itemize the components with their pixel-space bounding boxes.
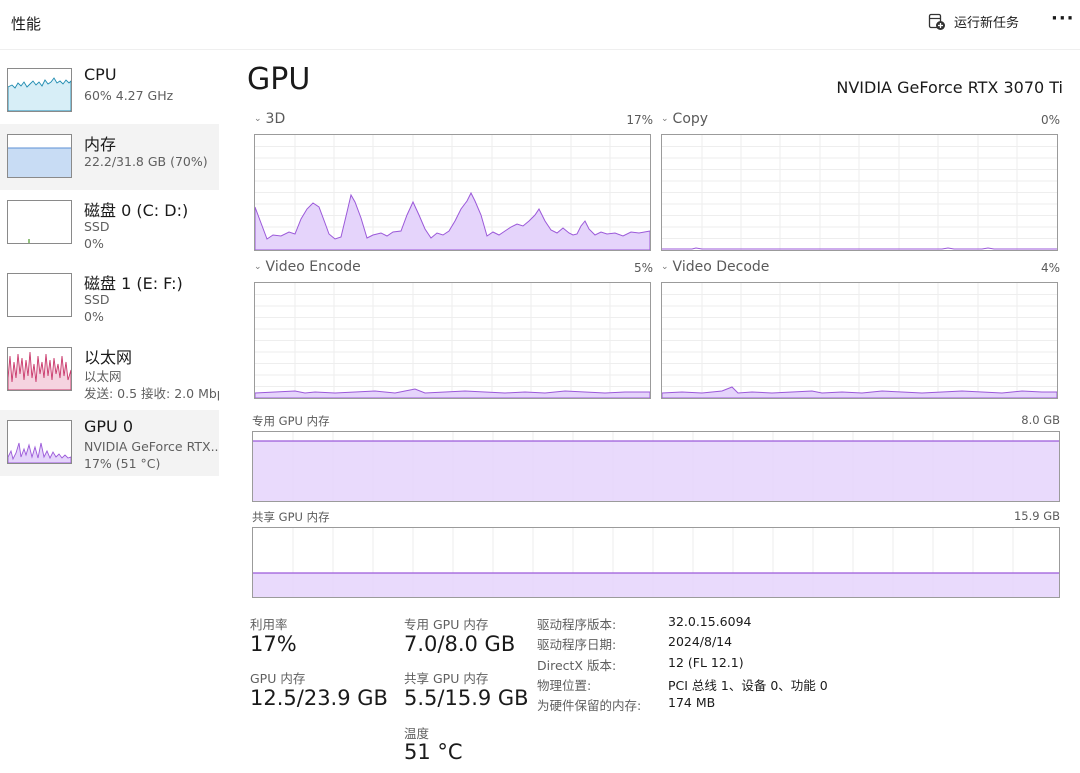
sidebar-item-gpu-0[interactable]: GPU 0 NVIDIA GeForce RTX... 17% (51 °C) xyxy=(0,410,219,476)
engine-copy-selector[interactable]: ⌄ Copy xyxy=(661,111,708,127)
memory-thumbnail-graph xyxy=(7,134,72,178)
shared-gpu-memory-label: 共享 GPU 内存 xyxy=(404,671,489,686)
engine-video-decode-graph xyxy=(661,282,1058,399)
shared-memory-fill xyxy=(253,573,1059,597)
sidebar-item-memory[interactable]: 内存 22.2/31.8 GB (70%) xyxy=(0,124,219,190)
sidebar-item-usage: 0% xyxy=(84,236,104,251)
sidebar-item-detail: 22.2/31.8 GB (70%) xyxy=(84,154,208,169)
sidebar-item-ethernet[interactable]: 以太网 以太网 发送: 0.5 接收: 2.0 Mbps xyxy=(0,337,219,403)
driver-version-label: 驱动程序版本: xyxy=(537,617,617,632)
header-divider xyxy=(0,49,1080,50)
chevron-down-icon: ⌄ xyxy=(661,114,669,124)
utilization-value: 17% xyxy=(250,632,297,656)
shared-memory-label: 共享 GPU 内存 xyxy=(252,510,330,524)
sidebar-item-type: SSD xyxy=(84,292,110,307)
engine-copy-percent: 0% xyxy=(1040,113,1060,127)
sidebar-item-name: GPU 0 xyxy=(84,417,134,436)
engine-video-encode-selector[interactable]: ⌄ Video Encode xyxy=(254,259,361,275)
page-title: GPU xyxy=(247,62,311,97)
shared-gpu-memory-value: 5.5/15.9 GB xyxy=(404,686,529,710)
sidebar-item-name: 磁盘 0 (C: D:) xyxy=(84,201,189,220)
directx-version-value: 12 (FL 12.1) xyxy=(668,655,744,670)
shared-memory-max: 15.9 GB xyxy=(1013,509,1060,523)
sidebar-item-detail: 60% 4.27 GHz xyxy=(84,88,174,103)
gpu-memory-label: GPU 内存 xyxy=(250,671,306,686)
dedicated-gpu-memory-label: 专用 GPU 内存 xyxy=(404,617,489,632)
disk-0-thumbnail-graph xyxy=(7,200,72,244)
driver-date-label: 驱动程序日期: xyxy=(537,637,617,652)
driver-version-value: 32.0.15.6094 xyxy=(668,614,752,629)
sidebar-item-usage: 17% (51 °C) xyxy=(84,456,161,471)
engine-3d-selector[interactable]: ⌄ 3D xyxy=(254,111,285,127)
sidebar-item-usage: 0% xyxy=(84,309,104,324)
engine-video-decode-percent: 4% xyxy=(1040,261,1060,275)
gpu-model-name: NVIDIA GeForce RTX 3070 Ti xyxy=(836,78,1063,97)
engine-copy-graph xyxy=(661,134,1058,251)
engine-video-encode-graph xyxy=(254,282,651,399)
engine-3d-percent: 17% xyxy=(626,113,653,127)
directx-version-label: DirectX 版本: xyxy=(537,658,617,673)
sidebar-item-disk-0[interactable]: 磁盘 0 (C: D:) SSD 0% xyxy=(0,190,219,256)
new-task-icon xyxy=(928,13,946,31)
sidebar-item-cpu[interactable]: CPU 60% 4.27 GHz xyxy=(0,58,219,124)
more-options-button[interactable]: ··· xyxy=(1051,8,1075,29)
dedicated-memory-max: 8.0 GB xyxy=(1021,413,1060,427)
hardware-reserved-memory-label: 为硬件保留的内存: xyxy=(537,698,642,713)
sidebar-item-name: CPU xyxy=(84,65,117,84)
dedicated-gpu-memory-value: 7.0/8.0 GB xyxy=(404,632,516,656)
sidebar-item-name: 磁盘 1 (E: F:) xyxy=(84,274,183,293)
chevron-down-icon: ⌄ xyxy=(661,262,669,272)
ethernet-thumbnail-graph xyxy=(7,347,72,391)
engine-label: Copy xyxy=(672,111,709,127)
dedicated-memory-fill xyxy=(253,441,1059,501)
chevron-down-icon: ⌄ xyxy=(254,114,262,124)
engine-video-decode-selector[interactable]: ⌄ Video Decode xyxy=(661,259,769,275)
sidebar-item-throughput: 发送: 0.5 接收: 2.0 Mbps xyxy=(84,386,219,401)
sidebar-item-type: SSD xyxy=(84,219,110,234)
app-title: 性能 xyxy=(11,15,42,33)
driver-date-value: 2024/8/14 xyxy=(668,634,733,649)
engine-label: 3D xyxy=(265,111,286,127)
hardware-reserved-memory-value: 174 MB xyxy=(668,695,716,710)
engine-label: Video Encode xyxy=(265,259,361,275)
engine-label: Video Decode xyxy=(672,259,770,275)
disk-1-thumbnail-graph xyxy=(7,273,72,317)
physical-location-value: PCI 总线 1、设备 0、功能 0 xyxy=(668,678,828,693)
physical-location-label: 物理位置: xyxy=(537,678,592,693)
gpu-0-thumbnail-graph xyxy=(7,420,72,464)
run-new-task-label: 运行新任务 xyxy=(954,16,1020,31)
sidebar-item-name: 以太网 xyxy=(84,348,133,367)
shared-memory-graph xyxy=(252,527,1060,598)
sidebar-item-model: NVIDIA GeForce RTX... xyxy=(84,439,219,454)
utilization-label: 利用率 xyxy=(250,617,288,632)
dedicated-memory-graph xyxy=(252,431,1060,502)
engine-3d-graph xyxy=(254,134,651,251)
run-new-task-button[interactable]: 运行新任务 xyxy=(928,12,1019,31)
chevron-down-icon: ⌄ xyxy=(254,262,262,272)
cpu-thumbnail-graph xyxy=(7,68,72,112)
gpu-memory-value: 12.5/23.9 GB xyxy=(250,686,388,710)
sidebar-item-disk-1[interactable]: 磁盘 1 (E: F:) SSD 0% xyxy=(0,263,219,329)
sidebar-item-name: 内存 xyxy=(84,135,117,154)
engine-video-encode-percent: 5% xyxy=(633,261,653,275)
temperature-value: 51 °C xyxy=(404,740,463,764)
dedicated-memory-label: 专用 GPU 内存 xyxy=(252,414,330,428)
